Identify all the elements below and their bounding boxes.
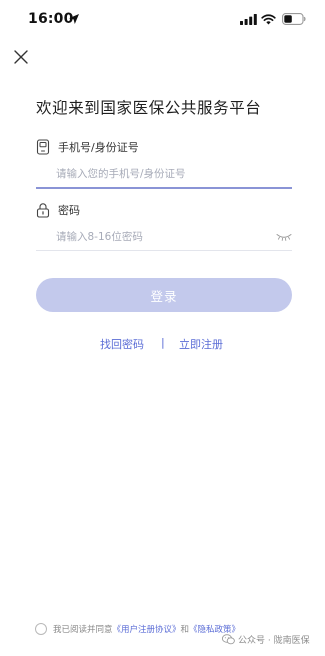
links-divider: | (161, 336, 165, 349)
password-input[interactable] (36, 225, 292, 249)
forgot-password-link[interactable]: 找回密码 (100, 336, 144, 352)
location-arrow-icon (69, 14, 79, 24)
password-field-label: 密码 (58, 204, 80, 217)
page-title: 欢迎来到国家医保公共服务平台 (36, 99, 262, 117)
password-input-underline (36, 250, 292, 251)
user-agreement-link[interactable]: 《用户注册协议》 (113, 623, 181, 635)
lock-icon (36, 202, 50, 218)
watermark: 公众号 · 陇南医保 (222, 633, 310, 646)
register-link[interactable]: 立即注册 (179, 336, 223, 352)
agreement-checkbox[interactable] (35, 623, 47, 635)
login-button[interactable]: 登录 (36, 278, 292, 312)
phone-input[interactable] (36, 162, 292, 186)
password-field-label-row: 密码 (36, 201, 80, 219)
wechat-logo-icon (222, 634, 235, 645)
eye-closed-icon[interactable] (276, 233, 292, 241)
status-time: 16:00 (28, 11, 74, 27)
phone-icon (36, 139, 50, 155)
cellular-signal-icon (240, 14, 257, 25)
watermark-text: 公众号 · 陇南医保 (238, 636, 310, 646)
agreement-conjunction: 和 (180, 625, 190, 635)
status-bar: 16:00 (0, 0, 325, 40)
phone-field-label-row: 手机号/身份证号 (36, 138, 139, 156)
close-icon[interactable] (10, 46, 32, 68)
account-links: 找回密码 | 立即注册 (0, 336, 325, 352)
agreement-prefix: 我已阅读并同意 (53, 625, 113, 635)
phone-input-underline (36, 187, 292, 189)
wifi-icon (261, 14, 276, 25)
battery-icon (282, 13, 306, 25)
phone-field-label: 手机号/身份证号 (58, 141, 139, 154)
agreement-row: 我已阅读并同意 《用户注册协议》 和 《隐私政策》 (35, 621, 240, 637)
